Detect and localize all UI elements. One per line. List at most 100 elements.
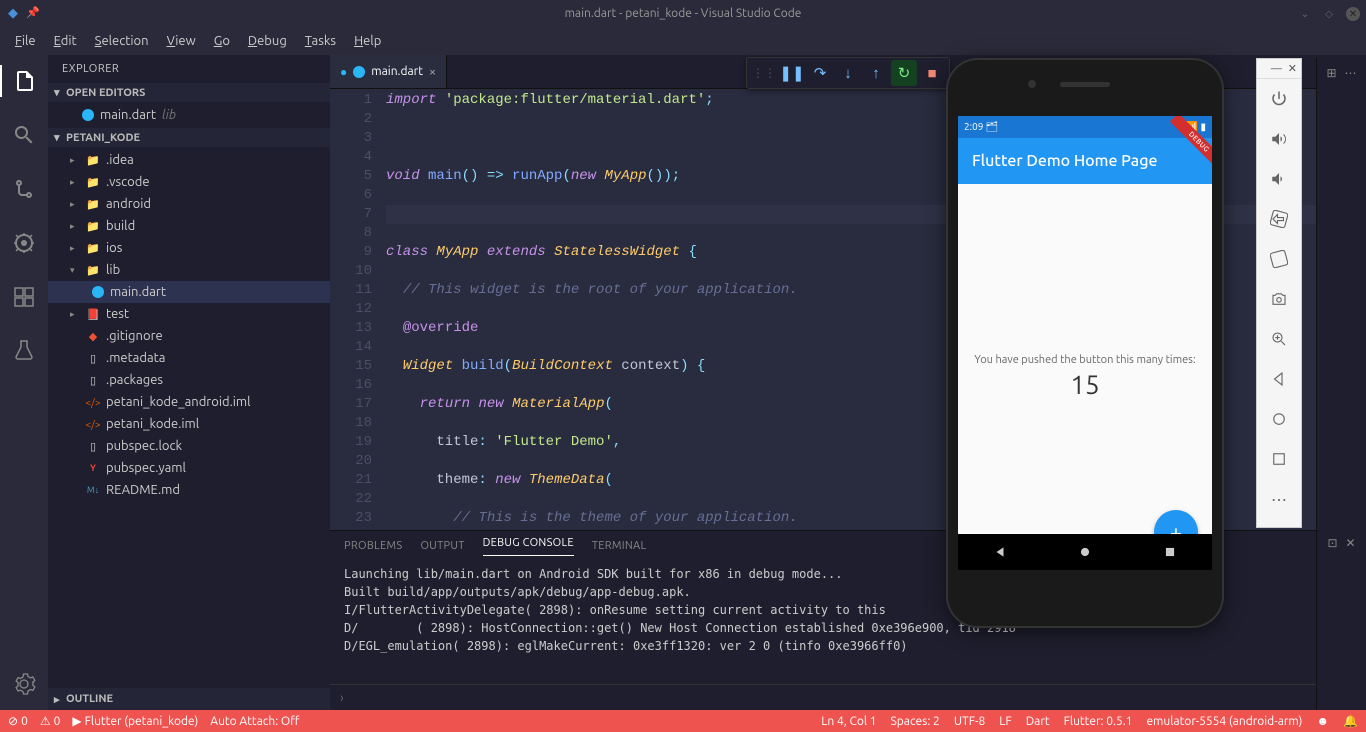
step-out-button[interactable]: ↑ (863, 60, 889, 86)
menu-help[interactable]: Help (345, 30, 390, 52)
close-panel-icon[interactable]: ✕ (1346, 536, 1356, 550)
file-tree: ▸📁.idea▸📁.vscode▸📁android▸📁build▸📁ios▾📁l… (48, 147, 330, 503)
emulator-power-button[interactable] (1257, 79, 1301, 119)
status-flutter[interactable]: ▶ Flutter (petani_kode) (72, 714, 198, 728)
workspace-header[interactable]: PETANI_KODE (48, 128, 330, 147)
emulator-speaker (1060, 82, 1110, 87)
tree-item-lib[interactable]: ▾📁lib (48, 259, 330, 281)
status-language[interactable]: Dart (1026, 715, 1050, 728)
panel-tab-output[interactable]: OUTPUT (420, 540, 464, 552)
open-editors-header[interactable]: OPEN EDITORS (48, 83, 330, 102)
tree-item-petani_kode-iml[interactable]: </>petani_kode.iml (48, 413, 330, 435)
close-icon[interactable]: × (429, 65, 436, 79)
restart-button[interactable]: ↻ (891, 60, 917, 86)
tree-item-pubspec-lock[interactable]: ▯pubspec.lock (48, 435, 330, 457)
status-flutter-ver[interactable]: Flutter: 0.5.1 (1064, 715, 1133, 728)
tree-item--gitignore[interactable]: ◆.gitignore (48, 325, 330, 347)
menu-tasks[interactable]: Tasks (296, 30, 345, 52)
emulator-minimize-icon[interactable]: — (1271, 63, 1282, 75)
status-errors[interactable]: ⊘ 0 (8, 714, 28, 728)
maximize-button[interactable]: ◇ (1322, 7, 1336, 21)
workspace-label: PETANI_KODE (66, 132, 140, 144)
chevron-right-icon (54, 693, 62, 706)
step-over-button[interactable]: ↷ (807, 60, 833, 86)
emulator-close-icon[interactable]: ✕ (1288, 62, 1297, 75)
activity-settings[interactable] (0, 668, 48, 700)
emulator-body: You have pushed the button this many tim… (958, 184, 1212, 568)
expand-icon[interactable]: ⊡ (1327, 536, 1337, 550)
nav-home-icon[interactable] (1078, 545, 1092, 559)
emulator-camera (1028, 80, 1036, 88)
emulator-screenshot-button[interactable] (1257, 279, 1301, 319)
drag-handle-icon[interactable]: ⋮⋮ (751, 60, 777, 86)
nav-back-icon[interactable] (993, 545, 1007, 559)
emulator-volume-down-button[interactable] (1257, 159, 1301, 199)
chevron-right-icon: › (340, 691, 344, 705)
app-icon: ◆ (8, 6, 18, 21)
menu-selection[interactable]: Selection (86, 30, 158, 52)
tree-item-petani_kode_android-iml[interactable]: </>petani_kode_android.iml (48, 391, 330, 413)
activity-explorer[interactable] (0, 65, 48, 97)
debug-console-input[interactable]: › (330, 684, 1366, 710)
step-into-button[interactable]: ↓ (835, 60, 861, 86)
activity-debug[interactable] (0, 227, 48, 259)
tree-item-ios[interactable]: ▸📁ios (48, 237, 330, 259)
more-icon[interactable]: ⋯ (1345, 66, 1357, 80)
tree-item-android[interactable]: ▸📁android (48, 193, 330, 215)
stop-button[interactable]: ■ (919, 60, 945, 86)
activity-scm[interactable] (0, 173, 48, 205)
debug-toolbar[interactable]: ⋮⋮ ❚❚ ↷ ↓ ↑ ↻ ■ (746, 57, 950, 89)
emulator-volume-up-button[interactable] (1257, 119, 1301, 159)
activity-search[interactable] (0, 119, 48, 151)
status-bell-icon[interactable]: 🔔 (1343, 714, 1358, 728)
line-numbers: 1234567891011121314151617181920212223 (330, 89, 386, 530)
menu-edit[interactable]: Edit (45, 30, 86, 52)
tree-item--idea[interactable]: ▸📁.idea (48, 149, 330, 171)
tree-item-README-md[interactable]: M↓README.md (48, 479, 330, 501)
panel-tab-terminal[interactable]: TERMINAL (592, 540, 647, 552)
emulator-rotate-left-button[interactable] (1257, 199, 1301, 239)
pause-button[interactable]: ❚❚ (779, 60, 805, 86)
tree-item-main-dart[interactable]: main.dart (48, 281, 330, 303)
status-spaces[interactable]: Spaces: 2 (891, 715, 940, 728)
open-editor-item[interactable]: main.dart lib (48, 104, 330, 126)
menu-debug[interactable]: Debug (239, 30, 296, 52)
emulator-home-button[interactable] (1257, 399, 1301, 439)
tab-main-dart[interactable]: ● main.dart × (330, 55, 447, 88)
emulator-back-button[interactable] (1257, 359, 1301, 399)
close-button[interactable]: ✕ (1346, 7, 1360, 21)
layout-icon[interactable]: ⊞ (1326, 66, 1336, 80)
status-encoding[interactable]: UTF-8 (954, 715, 985, 728)
emulator-rotate-right-button[interactable] (1257, 239, 1301, 279)
tree-item--packages[interactable]: ▯.packages (48, 369, 330, 391)
emulator-screen[interactable]: 2:09 🗂 📶 ▮ Flutter Demo Home Page DEBUG … (958, 116, 1212, 568)
emulator-zoom-button[interactable] (1257, 319, 1301, 359)
emulator-more-button[interactable]: ⋯ (1257, 479, 1301, 519)
tree-item-test[interactable]: ▸📕test (48, 303, 330, 325)
status-device[interactable]: emulator-5554 (android-arm) (1146, 715, 1302, 728)
panel-tab-debug-console[interactable]: DEBUG CONSOLE (483, 537, 574, 556)
status-feedback-icon[interactable]: ☻ (1316, 714, 1329, 728)
status-warnings[interactable]: ⚠ 0 (40, 714, 61, 728)
status-eol[interactable]: LF (999, 715, 1011, 728)
tree-item-build[interactable]: ▸📁build (48, 215, 330, 237)
minimize-button[interactable]: ⌄ (1298, 7, 1312, 21)
nav-recent-icon[interactable] (1163, 545, 1177, 559)
menu-file[interactable]: File (6, 30, 45, 52)
status-bar: ⊘ 0 ⚠ 0 ▶ Flutter (petani_kode) Auto Att… (0, 710, 1366, 732)
panel-tab-problems[interactable]: PROBLEMS (344, 540, 402, 552)
window-title: main.dart - petani_kode - Visual Studio … (565, 7, 802, 20)
activity-flask[interactable] (0, 335, 48, 367)
pin-icon[interactable]: 📌 (26, 6, 40, 21)
outline-header[interactable]: OUTLINE (48, 688, 330, 710)
activity-extensions[interactable] (0, 281, 48, 313)
menu-view[interactable]: View (158, 30, 205, 52)
menu-go[interactable]: Go (205, 30, 239, 52)
tree-item-pubspec-yaml[interactable]: Ypubspec.yaml (48, 457, 330, 479)
status-cursor[interactable]: Ln 4, Col 1 (821, 715, 876, 728)
tree-item--vscode[interactable]: ▸📁.vscode (48, 171, 330, 193)
status-auto-attach[interactable]: Auto Attach: Off (210, 715, 299, 728)
emulator-overview-button[interactable] (1257, 439, 1301, 479)
emulator-appbar-title: Flutter Demo Home Page (972, 152, 1158, 170)
tree-item--metadata[interactable]: ▯.metadata (48, 347, 330, 369)
